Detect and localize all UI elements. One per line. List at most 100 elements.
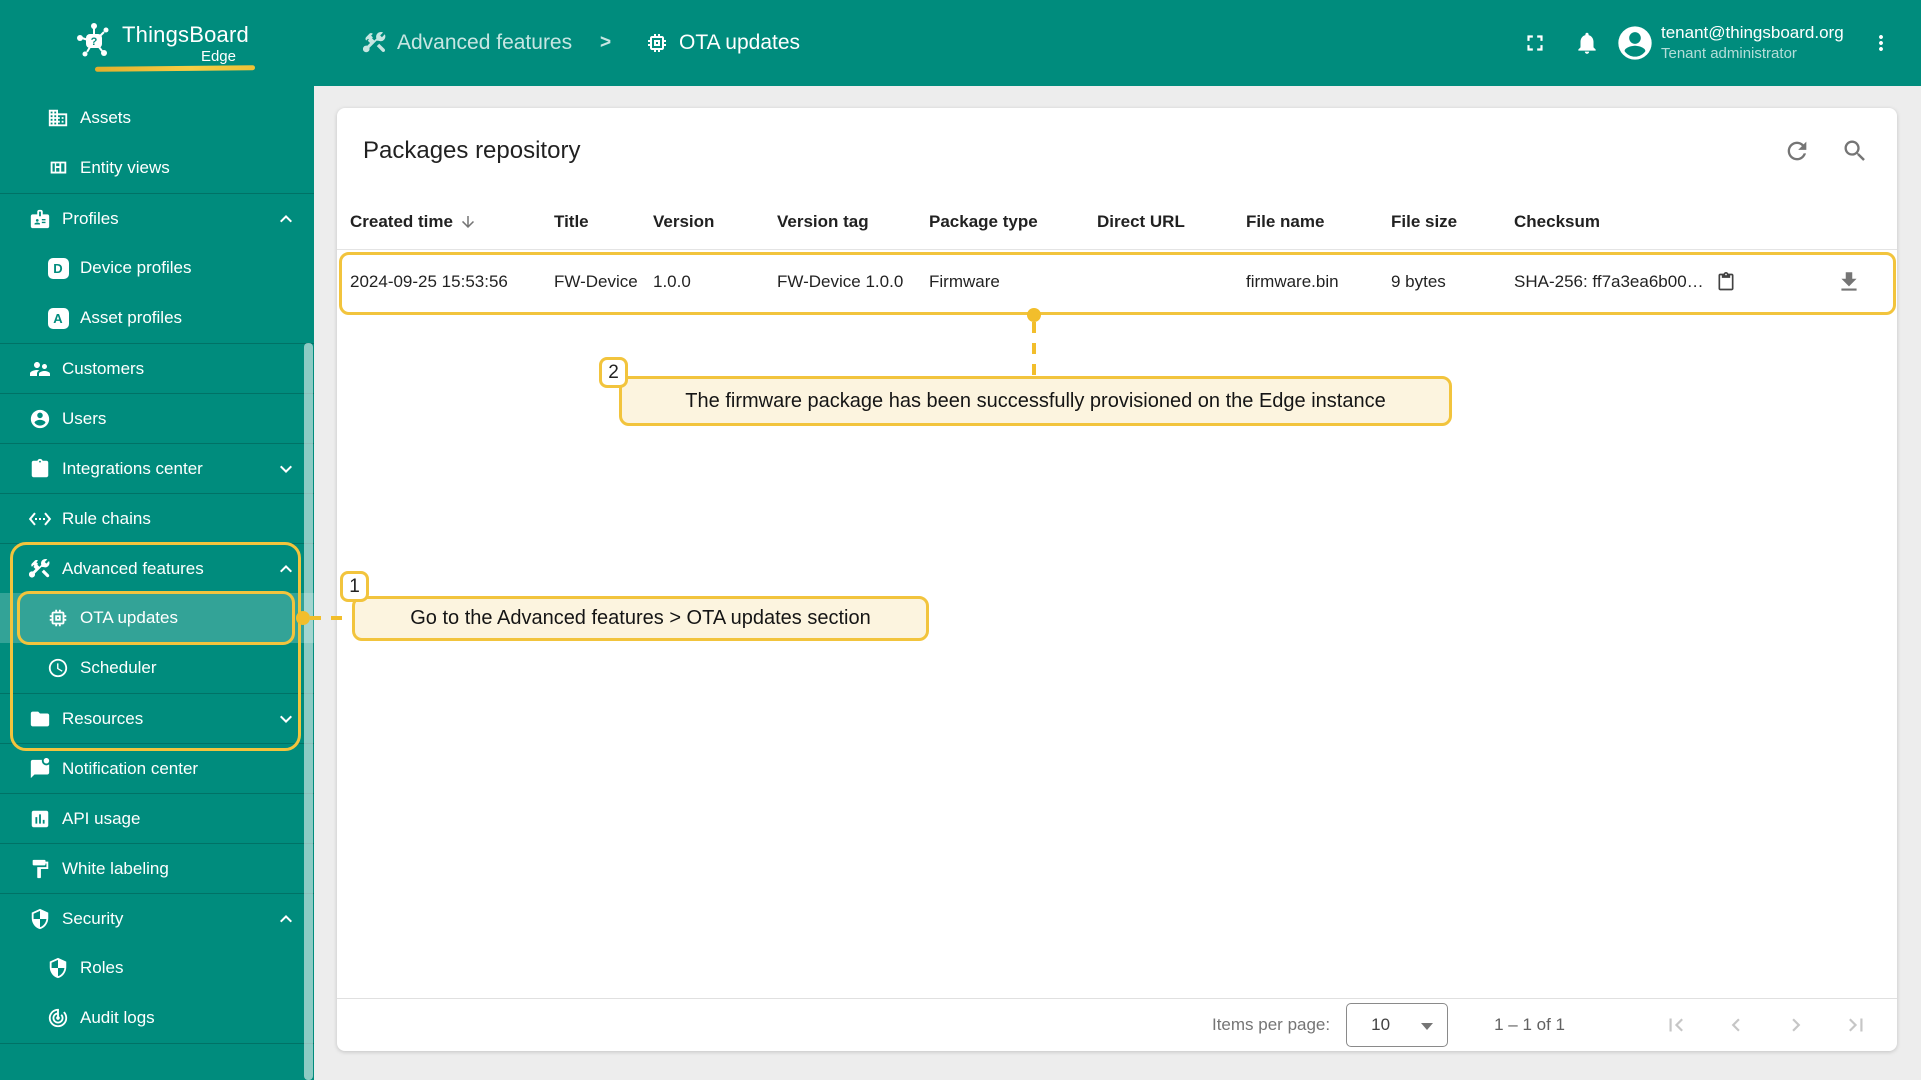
sidebar-item-label: Advanced features [62,558,204,578]
construction-icon [363,32,386,53]
annotation1-number-badge: 1 [340,571,369,602]
sidebar-scrollbar-thumb[interactable] [304,343,313,1080]
insert-chart-icon [28,807,52,831]
select-caret-icon [1421,1023,1434,1030]
cell-checksum: SHA-256: ff7a3ea6b00… [1514,271,1790,293]
sidebar-item-integrations-center[interactable]: Integrations center [0,443,314,493]
sidebar-item-asset-profiles[interactable]: A Asset profiles [0,293,314,343]
sidebar-item-label: Entity views [80,158,170,177]
sidebar-item-scheduler[interactable]: Scheduler [0,643,314,693]
column-direct-url[interactable]: Direct URL [1097,212,1246,232]
cell-title: FW-Device [554,271,638,291]
sidebar-item-label: White labeling [62,858,169,878]
sidebar-item-security[interactable]: Security [0,893,314,943]
account-circle-icon [1618,26,1652,60]
fullscreen-button[interactable] [1515,23,1555,63]
view-quilt-icon [46,156,70,180]
refresh-button[interactable] [1783,137,1811,165]
fullscreen-icon [1527,35,1543,51]
sidebar-item-rule-chains[interactable]: Rule chains [0,493,314,543]
annotation2-number-badge: 2 [599,357,628,388]
device-profile-icon: D [46,256,70,280]
sidebar-bottom-divider [0,1043,314,1073]
sidebar-item-entity-views[interactable]: Entity views [0,143,314,193]
sidebar-item-notification-center[interactable]: Notification center [0,743,314,793]
bell-icon [1578,32,1596,54]
annotation2-text: The firmware package has been successful… [685,389,1386,412]
user-info: tenant@thingsboard.org Tenant administra… [1661,22,1853,64]
sidebar-item-label: Assets [80,108,132,127]
column-file-size[interactable]: File size [1391,212,1514,232]
sidebar-item-white-labeling[interactable]: White labeling [0,843,314,893]
chevron-down-icon [280,715,292,723]
cell-file-size: 9 bytes [1391,271,1446,291]
items-per-page-label: Items per page: [1211,1015,1331,1034]
shield-icon [46,956,70,980]
annotation1-connector [310,616,354,620]
sidebar-item-ota-updates[interactable]: OTA updates [0,593,314,643]
table-row[interactable]: 2024-09-25 15:53:56 FW-Device 1.0.0 FW-D… [337,250,1897,313]
annotation1-text: Go to the Advanced features > OTA update… [410,607,871,629]
header-menu-button[interactable] [1867,23,1895,63]
top-header: ? ThingsBoard Edge Advanced features > O… [0,0,1921,86]
cell-version-tag: FW-Device 1.0.0 [777,271,904,291]
user-avatar[interactable] [1615,23,1655,63]
sidebar-item-users[interactable]: Users [0,393,314,443]
brand-logo[interactable]: ? ThingsBoard Edge [0,0,314,86]
pagination-range: 1 – 1 of 1 [1494,1015,1565,1034]
cell-created-time: 2024-09-25 15:53:56 [350,271,508,291]
sidebar-item-customers[interactable]: Customers [0,343,314,393]
column-created-time[interactable]: Created time [350,212,554,232]
sidebar-item-label: Device profiles [80,258,192,277]
logo-yellow-underline [94,65,256,72]
sidebar-item-audit-logs[interactable]: Audit logs [0,993,314,1043]
sidebar-item-roles[interactable]: Roles [0,943,314,993]
sidebar-item-label: Customers [62,358,145,378]
sidebar-item-assets[interactable]: Assets [0,93,314,143]
breadcrumb-current-label: OTA updates [679,31,801,54]
cell-file-name: firmware.bin [1246,271,1339,291]
brand-name: ThingsBoard [122,22,249,47]
chevron-up-icon [280,214,292,222]
chat-unread-icon [28,757,52,781]
column-title[interactable]: Title [554,212,653,232]
column-file-name[interactable]: File name [1246,212,1391,232]
breadcrumb[interactable]: Advanced features [363,0,572,86]
sidebar-item-resources[interactable]: Resources [0,693,314,743]
download-icon[interactable] [1836,269,1862,295]
shield-icon [28,907,52,931]
asset-profile-icon: A [46,306,70,330]
annotation1-anchor-dot [296,611,310,625]
next-page-button[interactable] [1783,1012,1809,1038]
column-checksum[interactable]: Checksum [1514,212,1790,232]
column-version-tag[interactable]: Version tag [777,212,929,232]
sidebar-item-device-profiles[interactable]: D Device profiles [0,243,314,293]
cell-actions [1790,269,1884,295]
user-email: tenant@thingsboard.org [1661,23,1844,42]
breadcrumb-separator: > [600,32,612,53]
main-content: Packages repository Created time Title V… [314,86,1921,1080]
thingsboard-logo-icon: ? [71,18,117,69]
prev-page-button[interactable] [1723,1012,1749,1038]
breadcrumb-parent[interactable]: Advanced features [397,31,572,55]
chevron-up-icon [280,914,292,922]
items-per-page-select[interactable]: 10 [1346,1003,1449,1047]
sidebar-item-advanced-features[interactable]: Advanced features [0,543,314,593]
sidebar-item-profiles[interactable]: Profiles [0,193,314,243]
sidebar-item-api-usage[interactable]: API usage [0,793,314,843]
sidebar-item-label: Scheduler [80,658,157,677]
column-package-type[interactable]: Package type [929,212,1097,232]
format-paint-icon [28,857,52,881]
sidebar-item-label: Users [62,408,107,428]
sidebar-item-label: Audit logs [80,1008,155,1027]
notifications-button[interactable] [1567,23,1607,63]
copy-checksum-icon[interactable] [1716,271,1736,292]
first-page-button[interactable] [1663,1012,1689,1038]
annotation2-callout: The firmware package has been successful… [619,376,1452,426]
last-page-button[interactable] [1843,1012,1869,1038]
sort-desc-icon [461,215,474,228]
search-button[interactable] [1841,137,1869,165]
sidebar-nav: Assets Entity views Profiles D Device pr… [0,86,314,1080]
cell-package-type: Firmware [929,271,1000,291]
column-version[interactable]: Version [653,212,777,232]
